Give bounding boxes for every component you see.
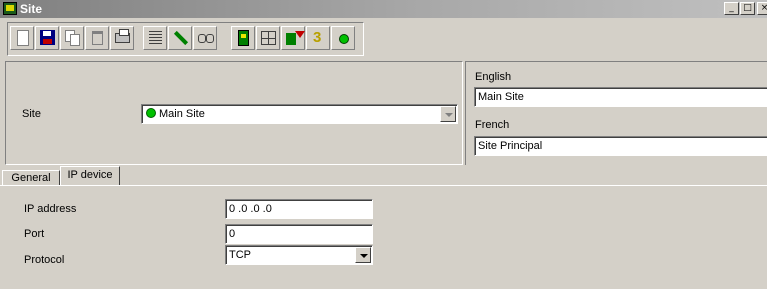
english-label: English — [475, 71, 512, 83]
grid-icon — [261, 31, 276, 45]
ip-address-value: 0 .0 .0 .0 — [229, 203, 272, 215]
new-document-icon — [17, 30, 29, 46]
minimize-button[interactable]: _ — [724, 2, 739, 15]
app-icon[interactable] — [3, 2, 17, 15]
site-select-value: Main Site — [159, 108, 205, 120]
protocol-select[interactable]: TCP — [225, 245, 373, 265]
toolbar: 3 — [0, 18, 767, 62]
floppy-disk-icon — [40, 30, 55, 45]
number-three-icon: 3 — [313, 29, 322, 46]
binoculars-icon — [198, 34, 214, 43]
number-button[interactable]: 3 — [306, 26, 330, 50]
status-button[interactable] — [331, 26, 355, 50]
door-button[interactable] — [231, 26, 255, 50]
import-button[interactable] — [281, 26, 305, 50]
tab-general[interactable]: General — [2, 170, 60, 186]
language-panel: English Main Site French Site Principal — [465, 61, 767, 165]
port-value: 0 — [229, 228, 236, 240]
site-panel: Site Main Site — [5, 61, 463, 165]
english-field-value: Main Site — [478, 91, 524, 103]
ip-address-label: IP address — [24, 203, 77, 215]
close-icon: × — [760, 3, 767, 13]
tab-ip-device-label: IP device — [67, 169, 113, 181]
english-field[interactable]: Main Site — [474, 87, 767, 107]
minimize-icon: _ — [729, 3, 734, 13]
printer-icon — [115, 29, 130, 43]
tab-strip: General IP device — [0, 166, 767, 186]
trash-icon — [92, 31, 103, 45]
close-button[interactable]: × — [757, 2, 767, 15]
save-button[interactable] — [35, 26, 59, 50]
list-button[interactable] — [143, 26, 167, 50]
french-field-value: Site Principal — [478, 140, 543, 152]
pencil-icon — [173, 30, 189, 46]
ip-address-field[interactable]: 0 .0 .0 .0 — [225, 199, 373, 219]
delete-button[interactable] — [85, 26, 109, 50]
port-field[interactable]: 0 — [225, 224, 373, 244]
find-button[interactable] — [193, 26, 217, 50]
site-label: Site — [22, 108, 41, 120]
title-bar: Site _ □ × — [0, 0, 767, 18]
maximize-button[interactable]: □ — [740, 2, 755, 15]
green-dot-icon — [339, 34, 349, 44]
tab-content-border — [0, 185, 767, 186]
site-select[interactable]: Main Site — [141, 104, 458, 124]
door-icon — [238, 30, 249, 46]
window-title: Site — [20, 2, 43, 16]
copy-button[interactable] — [60, 26, 84, 50]
print-button[interactable] — [110, 26, 134, 50]
new-button[interactable] — [10, 26, 34, 50]
site-select-dropdown-button[interactable] — [440, 106, 456, 122]
list-icon — [149, 31, 162, 45]
site-status-icon — [146, 108, 156, 118]
tab-ip-device[interactable]: IP device — [60, 166, 120, 186]
french-field[interactable]: Site Principal — [474, 136, 767, 156]
import-icon — [286, 31, 305, 45]
maximize-icon: □ — [743, 3, 752, 13]
edit-button[interactable] — [168, 26, 192, 50]
copy-icon — [65, 30, 80, 46]
protocol-label: Protocol — [24, 254, 65, 266]
protocol-dropdown-button[interactable] — [355, 247, 371, 263]
port-label: Port — [24, 228, 45, 240]
protocol-select-value: TCP — [229, 249, 251, 261]
tab-general-label: General — [11, 172, 51, 184]
french-label: French — [475, 119, 510, 131]
grid-button[interactable] — [256, 26, 280, 50]
